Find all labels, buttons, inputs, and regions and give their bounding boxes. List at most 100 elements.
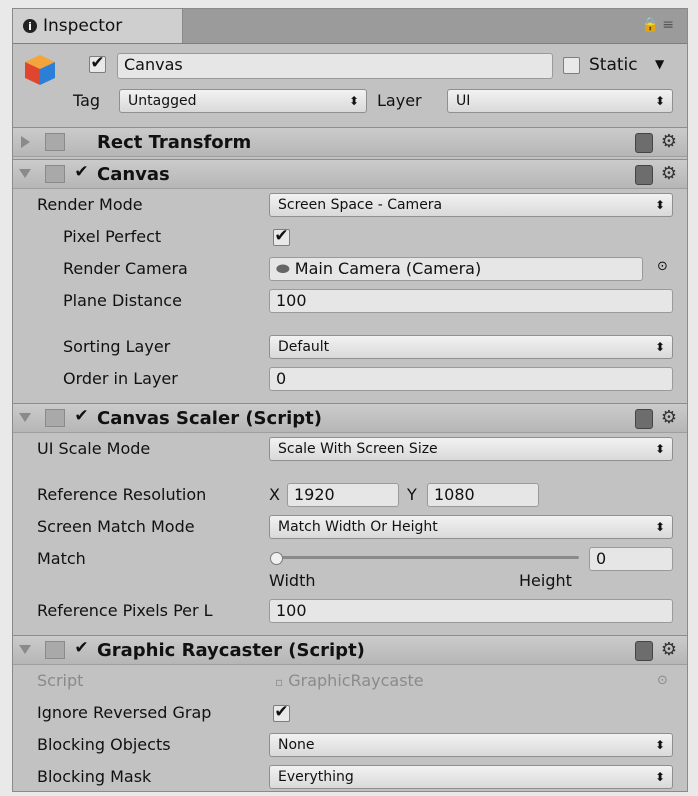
object-name-field[interactable]: Canvas <box>117 53 553 79</box>
screen-match-mode-label: Screen Match Mode <box>37 517 195 536</box>
tab-bar: i Inspector 🔒≡ <box>13 9 687 44</box>
foldout-expanded-icon[interactable] <box>19 169 31 178</box>
object-picker-icon[interactable]: ⊙ <box>657 259 668 274</box>
static-dropdown-icon[interactable]: ▼ <box>655 57 664 71</box>
match-width-label: Width <box>269 571 316 590</box>
dropdown-arrow-icon: ⬍ <box>654 94 665 108</box>
active-checkbox[interactable]: ✔ <box>89 55 106 73</box>
canvas-scaler-title: Canvas Scaler (Script) <box>97 408 322 429</box>
help-book-icon[interactable] <box>635 641 653 661</box>
render-mode-label: Render Mode <box>37 195 143 214</box>
script-component-icon <box>45 641 65 659</box>
ignore-reversed-checkbox[interactable]: ✔ <box>273 704 290 722</box>
canvas-header[interactable]: ✔ Canvas ⚙ <box>13 159 687 189</box>
dropdown-arrow-icon: ⬍ <box>654 738 665 752</box>
pixel-perfect-checkbox[interactable]: ✔ <box>273 228 290 246</box>
resolution-y-label: Y <box>407 485 417 504</box>
tag-label: Tag <box>73 91 101 110</box>
tag-value: Untagged <box>128 93 197 109</box>
canvas-enabled-checkbox[interactable]: ✔ <box>73 164 90 183</box>
dropdown-arrow-icon: ⬍ <box>654 442 665 456</box>
graphic-raycaster-title: Graphic Raycaster (Script) <box>97 640 365 661</box>
script-value: GraphicRaycaste <box>288 671 424 690</box>
foldout-expanded-icon[interactable] <box>19 413 31 422</box>
render-mode-value: Screen Space - Camera <box>278 197 443 213</box>
resolution-y-field[interactable]: 1080 <box>427 483 539 507</box>
info-icon: i <box>23 19 37 33</box>
canvas-title: Canvas <box>97 164 170 185</box>
help-book-icon[interactable] <box>635 409 653 429</box>
rect-transform-icon <box>45 133 65 151</box>
graphic-raycaster-enabled-checkbox[interactable]: ✔ <box>73 640 90 659</box>
render-camera-value: Main Camera (Camera) <box>294 259 482 278</box>
reference-pixels-field[interactable]: 100 <box>269 599 673 623</box>
canvas-scaler-enabled-checkbox[interactable]: ✔ <box>73 408 90 427</box>
dropdown-arrow-icon: ⬍ <box>654 520 665 534</box>
foldout-collapsed-icon[interactable] <box>21 136 30 148</box>
lock-menu-icon[interactable]: 🔒≡ <box>642 17 677 33</box>
script-component-icon <box>45 409 65 427</box>
render-mode-dropdown[interactable]: Screen Space - Camera ⬍ <box>269 193 673 217</box>
render-camera-label: Render Camera <box>63 259 188 278</box>
plane-distance-field[interactable]: 100 <box>269 289 673 313</box>
resolution-x-label: X <box>269 485 280 504</box>
blocking-mask-label: Blocking Mask <box>37 767 152 786</box>
match-value-field[interactable]: 0 <box>589 547 673 571</box>
layer-dropdown[interactable]: UI ⬍ <box>447 89 673 113</box>
dropdown-arrow-icon: ⬍ <box>654 340 665 354</box>
tab-inspector-label: Inspector <box>43 16 123 36</box>
ui-scale-mode-label: UI Scale Mode <box>37 439 151 458</box>
tab-inspector[interactable]: i Inspector <box>13 9 183 43</box>
camera-icon: ⬬ <box>276 259 290 278</box>
tag-dropdown[interactable]: Untagged ⬍ <box>119 89 367 113</box>
rect-transform-header[interactable]: Rect Transform ⚙ <box>13 127 687 157</box>
order-in-layer-label: Order in Layer <box>63 369 178 388</box>
sorting-layer-value: Default <box>278 339 330 355</box>
blocking-objects-value: None <box>278 737 315 753</box>
rect-transform-title: Rect Transform <box>97 132 252 153</box>
help-book-icon[interactable] <box>635 133 653 153</box>
static-checkbox[interactable] <box>563 57 580 74</box>
reference-resolution-label: Reference Resolution <box>37 485 207 504</box>
match-label: Match <box>37 549 86 568</box>
inspector-panel: i Inspector 🔒≡ ✔ Canvas Static ▼ Tag Unt… <box>12 8 688 792</box>
order-in-layer-field[interactable]: 0 <box>269 367 673 391</box>
plane-distance-label: Plane Distance <box>63 291 182 310</box>
blocking-objects-label: Blocking Objects <box>37 735 171 754</box>
canvas-scaler-header[interactable]: ✔ Canvas Scaler (Script) ⚙ <box>13 403 687 433</box>
ignore-reversed-label: Ignore Reversed Grap <box>37 703 212 722</box>
reference-pixels-label: Reference Pixels Per L <box>37 601 213 620</box>
graphic-raycaster-header[interactable]: ✔ Graphic Raycaster (Script) ⚙ <box>13 635 687 665</box>
sorting-layer-label: Sorting Layer <box>63 337 171 356</box>
blocking-mask-dropdown[interactable]: Everything ⬍ <box>269 765 673 789</box>
match-height-label: Height <box>519 571 572 590</box>
blocking-objects-dropdown[interactable]: None ⬍ <box>269 733 673 757</box>
screen-match-mode-dropdown[interactable]: Match Width Or Height ⬍ <box>269 515 673 539</box>
match-slider-thumb[interactable] <box>270 552 283 565</box>
object-picker-icon: ⊙ <box>657 673 668 688</box>
gear-icon[interactable]: ⚙ <box>661 639 677 660</box>
gear-icon[interactable]: ⚙ <box>661 407 677 428</box>
layer-label: Layer <box>377 91 422 110</box>
script-field: ▫ GraphicRaycaste <box>275 671 424 690</box>
ui-scale-mode-dropdown[interactable]: Scale With Screen Size ⬍ <box>269 437 673 461</box>
screen-match-mode-value: Match Width Or Height <box>278 519 438 535</box>
layer-value: UI <box>456 93 471 109</box>
help-book-icon[interactable] <box>635 165 653 185</box>
static-label: Static <box>589 55 638 75</box>
gameobject-icon <box>23 53 57 87</box>
script-file-icon: ▫ <box>275 675 284 689</box>
ui-scale-mode-value: Scale With Screen Size <box>278 441 438 457</box>
blocking-mask-value: Everything <box>278 769 354 785</box>
foldout-expanded-icon[interactable] <box>19 645 31 654</box>
resolution-x-field[interactable]: 1920 <box>287 483 399 507</box>
script-label: Script <box>37 671 84 690</box>
gear-icon[interactable]: ⚙ <box>661 131 677 152</box>
match-slider-track[interactable] <box>275 556 579 559</box>
dropdown-arrow-icon: ⬍ <box>654 198 665 212</box>
render-camera-field[interactable]: ⬬ Main Camera (Camera) <box>269 257 643 281</box>
dropdown-arrow-icon: ⬍ <box>348 94 359 108</box>
sorting-layer-dropdown[interactable]: Default ⬍ <box>269 335 673 359</box>
gear-icon[interactable]: ⚙ <box>661 163 677 184</box>
dropdown-arrow-icon: ⬍ <box>654 770 665 784</box>
